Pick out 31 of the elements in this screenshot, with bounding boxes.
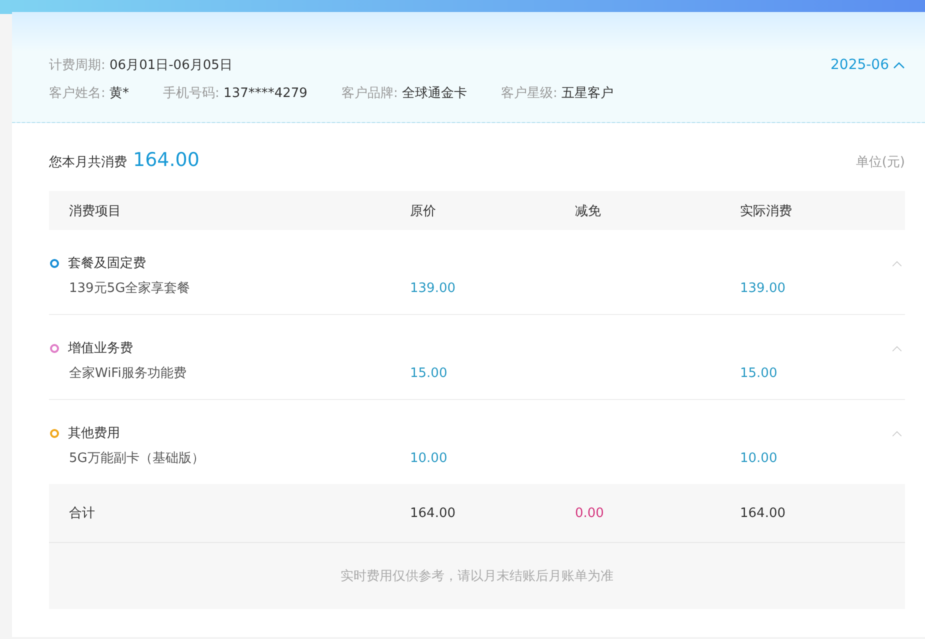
price-cell-text: 164.00 (410, 506, 456, 520)
month-picker[interactable]: 2025-06 (830, 57, 905, 73)
total-row-label: 合计 (68, 505, 96, 522)
total-amount: 164.00 (133, 149, 200, 171)
actual-cell-text: 10.00 (740, 450, 778, 466)
actual-cell-text: 139.00 (740, 280, 786, 296)
customer-info: 客户品牌: 全球通金卡 (341, 85, 467, 102)
item-name: 139元5G全家享套餐 (68, 280, 192, 297)
unit-label: 单位(元) (856, 154, 905, 171)
total-label: 您本月共消费 (49, 154, 127, 171)
category-name: 增值业务费 (68, 340, 133, 357)
category-name: 其他费用 (68, 425, 120, 442)
caret-icon (893, 61, 905, 69)
column-header: 原价 (410, 202, 437, 220)
billing-period: 计费周期: 06月01日-06月05日 (49, 57, 232, 74)
customer-info: 客户姓名: 黄* (49, 85, 130, 102)
item-name: 全家WiFi服务功能费 (68, 365, 188, 382)
price-cell-text: 10.00 (410, 450, 448, 466)
column-header: 减免 (575, 202, 602, 220)
price-cell-text: 139.00 (410, 280, 456, 296)
discount-cell-text: 0.00 (575, 506, 605, 520)
column-header: 消费项目 (68, 202, 122, 220)
price-cell-text: 15.00 (410, 366, 448, 380)
footnote: 实时费用仅供参考，请以月末结账后月账单为准 (340, 568, 614, 585)
customer-info: 手机号码: 137****4279 (163, 85, 308, 102)
category-name: 套餐及固定费 (68, 255, 146, 272)
customer-info: 客户星级: 五星客户 (500, 85, 614, 102)
actual-cell-text: 164.00 (740, 506, 786, 520)
item-name: 5G万能副卡（基础版） (68, 450, 206, 467)
column-header: 实际消费 (740, 202, 793, 220)
actual-cell-text: 15.00 (740, 366, 778, 380)
